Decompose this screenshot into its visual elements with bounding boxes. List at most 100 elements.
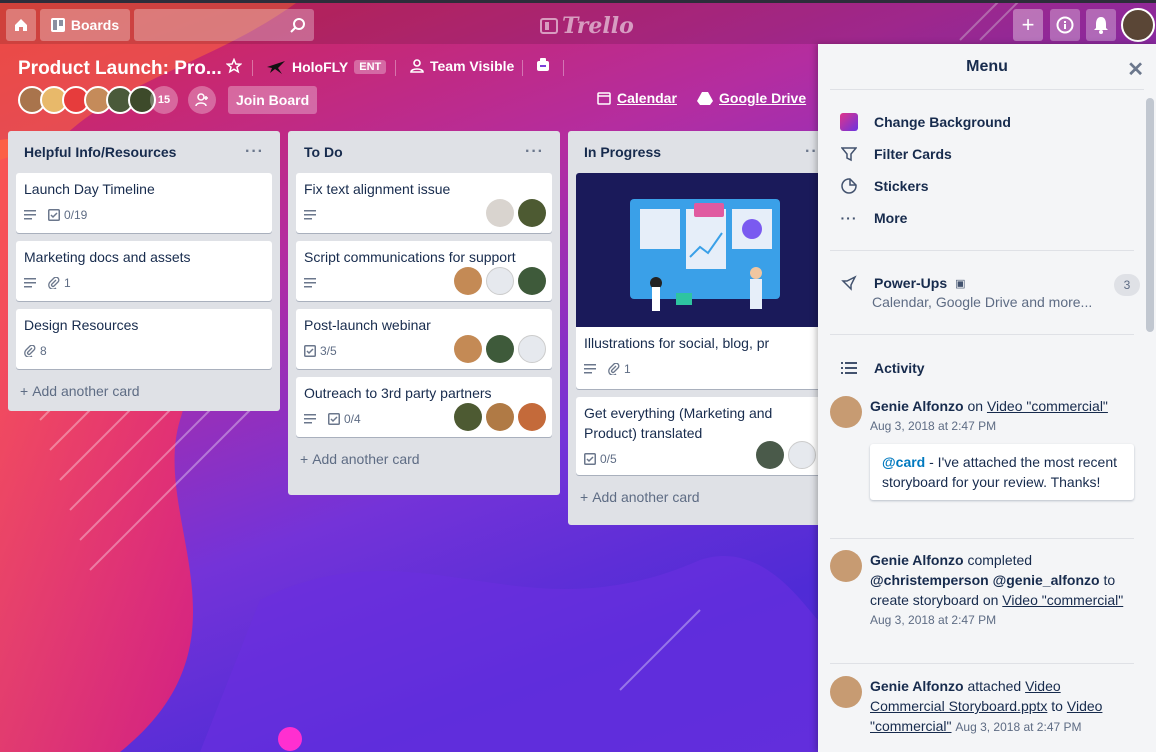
star-button[interactable] (226, 58, 242, 74)
card[interactable]: Script communications for support (296, 241, 552, 301)
list-header[interactable]: Helpful Info/Resources ··· (16, 131, 272, 173)
member-avatar[interactable] (830, 396, 862, 428)
list-menu-icon[interactable]: ··· (245, 143, 264, 161)
menu-scrollbar[interactable] (1146, 98, 1154, 332)
activity-verb: attached (967, 678, 1022, 694)
trello-logo[interactable]: Trello (540, 13, 634, 39)
member-avatar[interactable] (454, 335, 482, 363)
activity-time[interactable]: Aug 3, 2018 at 2:47 PM (870, 416, 1134, 436)
comment-mention[interactable]: @card (882, 454, 925, 470)
list-title[interactable]: In Progress (584, 144, 661, 160)
divider (252, 60, 253, 76)
activity-mention[interactable]: @christemperson (870, 572, 989, 588)
member-avatar[interactable] (486, 199, 514, 227)
card[interactable]: Launch Day Timeline 0/19 (16, 173, 272, 233)
invite-button[interactable] (188, 86, 216, 114)
team-button[interactable]: HoloFLY ENT (266, 58, 387, 76)
trello-logo-icon (540, 18, 558, 34)
husky-avatar[interactable] (788, 441, 816, 469)
activity-user[interactable]: Genie Alfonzo (870, 398, 964, 414)
attachment-count: 8 (40, 344, 47, 358)
card[interactable]: Get everything (Marketing and Product) t… (576, 397, 832, 475)
member-avatar[interactable] (518, 403, 546, 431)
list-menu-icon[interactable]: ··· (525, 143, 544, 161)
visibility-button[interactable]: Team Visible (410, 58, 514, 74)
activity-card-link[interactable]: Video "commercial" (987, 398, 1108, 414)
card[interactable]: Post-launch webinar 3/5 (296, 309, 552, 369)
card[interactable]: Marketing docs and assets 1 (16, 241, 272, 301)
activity-item: Genie Alfonzo attached Video Commercial … (830, 676, 1134, 737)
menu-item-more[interactable]: ··· More (840, 209, 908, 227)
boards-button[interactable]: Boards (40, 9, 130, 41)
menu-item-filter-cards[interactable]: Filter Cards (840, 145, 952, 163)
checklist-badge: 3/5 (304, 344, 337, 358)
close-icon[interactable]: ✕ (1127, 57, 1144, 82)
member-avatar[interactable] (756, 441, 784, 469)
list-helpful-info[interactable]: Helpful Info/Resources ··· Launch Day Ti… (8, 131, 280, 411)
menu-item-change-background[interactable]: Change Background (840, 113, 1011, 131)
board-header: Product Launch: Pro... HoloFLY ENT Team … (0, 44, 818, 124)
home-button[interactable] (6, 9, 36, 41)
list-title[interactable]: Helpful Info/Resources (24, 144, 176, 160)
paperclip-icon (48, 277, 60, 289)
activity-time[interactable]: Aug 3, 2018 at 2:47 PM (955, 720, 1081, 734)
add-member-icon (195, 93, 208, 107)
google-drive-icon (697, 92, 713, 105)
list-in-progress[interactable]: In Progress ··· Illustrations for social… (568, 131, 840, 525)
create-button[interactable]: + (1013, 9, 1043, 41)
info-button[interactable] (1050, 9, 1080, 41)
card-title: Marketing docs and assets (24, 249, 191, 265)
user-avatar[interactable] (1121, 8, 1155, 42)
member-avatar[interactable] (486, 335, 514, 363)
member-avatar[interactable] (830, 550, 862, 582)
join-board-button[interactable]: Join Board (228, 86, 318, 114)
card-members (486, 199, 546, 227)
activity-time[interactable]: Aug 3, 2018 at 2:47 PM (870, 610, 1134, 630)
board-menu-sidebar: Menu ✕ Change Background Filter Cards St… (818, 44, 1156, 752)
google-drive-powerup-button[interactable]: Google Drive (697, 90, 806, 106)
member-avatar[interactable] (486, 403, 514, 431)
card-members (454, 267, 546, 295)
card[interactable]: Design Resources 8 (16, 309, 272, 369)
activity-card-link[interactable]: Video "commercial" (1002, 592, 1123, 608)
list-title[interactable]: To Do (304, 144, 343, 160)
notifications-button[interactable] (1086, 9, 1116, 41)
card[interactable]: Illustrations for social, blog, pr 1 (576, 173, 832, 389)
activity-icon (840, 359, 858, 377)
search-input[interactable] (134, 9, 314, 41)
activity-mention[interactable]: @genie_alfonzo (993, 572, 1100, 588)
member-avatar[interactable] (454, 267, 482, 295)
husky-avatar[interactable] (518, 335, 546, 363)
card[interactable]: Outreach to 3rd party partners 0/4 (296, 377, 552, 437)
activity-user[interactable]: Genie Alfonzo (870, 552, 964, 568)
add-card-button[interactable]: + Add another card (296, 445, 552, 473)
board-title[interactable]: Product Launch: Pro... (18, 58, 222, 80)
list-header[interactable]: To Do ··· (296, 131, 552, 173)
activity-user[interactable]: Genie Alfonzo (870, 678, 964, 694)
search-icon[interactable] (290, 17, 306, 33)
menu-item-stickers[interactable]: Stickers (840, 177, 928, 195)
card-title: Post-launch webinar (304, 317, 431, 333)
checklist-icon (584, 453, 596, 465)
member-avatar[interactable] (454, 403, 482, 431)
butler-button[interactable] (536, 58, 550, 72)
member-avatar[interactable] (518, 199, 546, 227)
calendar-powerup-button[interactable]: Calendar (597, 90, 677, 106)
checklist-count: 3/5 (320, 344, 337, 358)
checklist-badge: 0/4 (328, 412, 361, 426)
checklist-icon (48, 209, 60, 221)
husky-avatar[interactable] (486, 267, 514, 295)
checklist-badge: 0/5 (584, 452, 617, 466)
member-count[interactable]: 15 (150, 86, 178, 114)
add-card-button[interactable]: + Add another card (16, 377, 272, 405)
card-title: Outreach to 3rd party partners (304, 385, 492, 401)
more-icon: ··· (840, 210, 858, 226)
member-avatar[interactable] (518, 267, 546, 295)
add-card-button[interactable]: + Add another card (576, 483, 832, 511)
list-header[interactable]: In Progress ··· (576, 131, 832, 173)
member-avatar[interactable] (830, 676, 862, 708)
card[interactable]: Fix text alignment issue (296, 173, 552, 233)
menu-item-powerups[interactable]: Power-Ups ▣ Calendar, Google Drive and m… (840, 274, 1140, 310)
list-to-do[interactable]: To Do ··· Fix text alignment issue Scrip… (288, 131, 560, 495)
checklist-count: 0/19 (64, 208, 88, 222)
